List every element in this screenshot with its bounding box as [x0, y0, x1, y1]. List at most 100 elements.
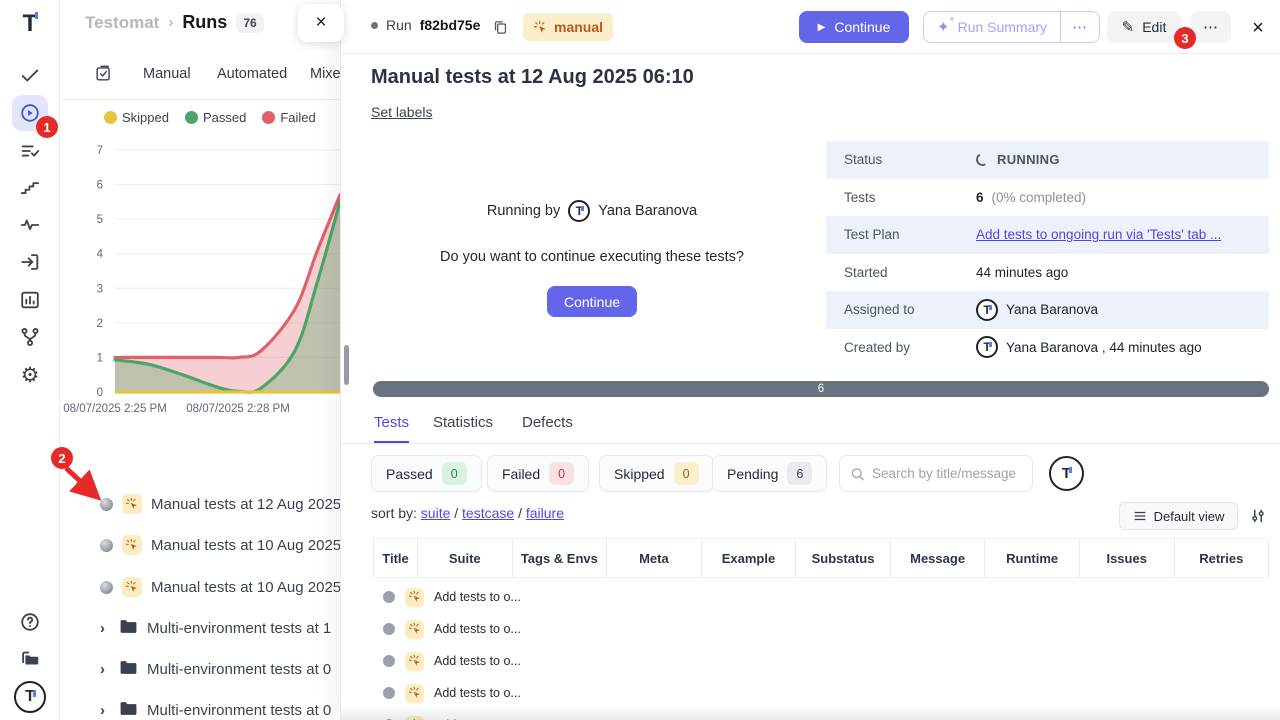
- more-actions-button[interactable]: ⋯: [1191, 11, 1231, 43]
- assignee-filter-avatar[interactable]: T: [1049, 456, 1084, 491]
- list-view-icon: [1133, 509, 1147, 523]
- info-row-assigned-to: Assigned toTYana Baranova: [826, 291, 1269, 329]
- info-value: RUNNING: [976, 152, 1060, 167]
- tab-mixed[interactable]: Mixed: [310, 66, 340, 82]
- tab-statistics[interactable]: Statistics: [433, 414, 493, 441]
- runs-panel: Testomat › Runs 76 Manual Automated Mixe…: [60, 0, 340, 720]
- run-list-item[interactable]: ›Multi-environment tests at 0: [100, 656, 331, 682]
- table-row[interactable]: Add tests to o...: [373, 645, 521, 677]
- column-header-title[interactable]: Title: [374, 539, 418, 577]
- set-labels-link[interactable]: Set labels: [371, 104, 432, 120]
- legend-label: Passed: [203, 110, 246, 125]
- view-settings-button[interactable]: [1247, 505, 1269, 527]
- app-logo[interactable]: T: [12, 6, 48, 42]
- chevron-right-icon[interactable]: ›: [100, 702, 110, 719]
- legend-label: Failed: [280, 110, 315, 125]
- git-branch-icon: [19, 326, 41, 348]
- testomat-logo-icon: T: [23, 10, 38, 38]
- info-value: TYana Baranova: [976, 299, 1098, 321]
- run-list-item[interactable]: ›Multi-environment tests at 0: [100, 697, 331, 720]
- tab-defects[interactable]: Defects: [522, 414, 573, 441]
- detail-close-button[interactable]: ×: [1245, 15, 1271, 41]
- run-id-label: Run f82bd75e: [371, 17, 480, 33]
- default-view-label: Default view: [1154, 509, 1225, 524]
- sidebar-item-analytics[interactable]: [12, 282, 48, 318]
- filter-skipped-button[interactable]: Skipped0: [599, 455, 714, 492]
- list-check-icon: [19, 140, 41, 162]
- area-chart: 01234567: [60, 135, 340, 400]
- chart-x-label: 08/07/2025 2:28 PM: [186, 403, 290, 415]
- annotation-step-1: 1: [36, 116, 58, 138]
- run-list-item[interactable]: Manual tests at 10 Aug 2025: [100, 574, 340, 600]
- sidebar-item-branches[interactable]: [12, 319, 48, 355]
- sort-link-failure[interactable]: failure: [526, 505, 564, 521]
- filter-passed-button[interactable]: Passed0: [371, 455, 482, 492]
- user-avatar: T: [976, 299, 998, 321]
- search-input[interactable]: [872, 466, 1022, 481]
- column-header-meta[interactable]: Meta: [607, 539, 702, 577]
- column-header-issues[interactable]: Issues: [1080, 539, 1175, 577]
- panel-close-button[interactable]: ×: [298, 4, 344, 42]
- column-header-tags-envs[interactable]: Tags & Envs: [513, 539, 608, 577]
- run-list-item[interactable]: Manual tests at 12 Aug 2025: [100, 491, 340, 517]
- column-header-runtime[interactable]: Runtime: [985, 539, 1080, 577]
- tab-automated[interactable]: Automated: [217, 66, 287, 82]
- select-runs-icon[interactable]: [94, 64, 113, 88]
- filter-label: Passed: [386, 466, 433, 482]
- sidebar-item-settings[interactable]: ⚙: [12, 357, 48, 393]
- sidebar-item-test-plans[interactable]: [12, 133, 48, 169]
- svg-text:5: 5: [97, 214, 103, 226]
- user-avatar: T: [568, 200, 590, 222]
- sort-row: sort by: suite / testcase / failure: [371, 505, 564, 521]
- table-row[interactable]: Add tests to o...: [373, 581, 521, 613]
- search-box[interactable]: [839, 455, 1033, 492]
- sidebar-item-pulse[interactable]: [12, 207, 48, 243]
- test-plan-link[interactable]: Add tests to ongoing run via 'Tests' tab…: [976, 227, 1221, 242]
- scrollbar-thumb[interactable]: [344, 345, 349, 385]
- manual-test-icon: [405, 684, 424, 703]
- panel-divider: [60, 99, 340, 100]
- sliders-icon: [1250, 508, 1266, 524]
- default-view-button[interactable]: Default view: [1119, 502, 1238, 530]
- run-summary-button[interactable]: ✦+ Run Summary: [924, 18, 1060, 36]
- status-text: RUNNING: [997, 152, 1060, 167]
- sidebar-item-tests[interactable]: [12, 57, 48, 93]
- table-row[interactable]: Add tests to o...: [373, 613, 521, 645]
- sidebar-item-account[interactable]: T: [12, 679, 48, 715]
- sidebar-item-import[interactable]: [12, 244, 48, 280]
- run-list-item[interactable]: Manual tests at 10 Aug 2025: [100, 532, 340, 558]
- cursor-click-icon: [408, 686, 422, 700]
- legend-item-passed: Passed: [185, 110, 246, 125]
- filter-failed-button[interactable]: Failed0: [487, 455, 589, 492]
- sidebar-item-projects[interactable]: [12, 641, 48, 677]
- filter-pending-button[interactable]: Pending6: [712, 455, 827, 492]
- continue-center-button[interactable]: Continue: [547, 286, 637, 317]
- copy-icon: [492, 19, 509, 36]
- column-header-suite[interactable]: Suite: [418, 539, 513, 577]
- breadcrumb-project[interactable]: Testomat: [85, 13, 159, 33]
- column-header-retries[interactable]: Retries: [1175, 539, 1270, 577]
- info-row-tests: Tests6(0% completed): [826, 179, 1269, 217]
- tab-manual[interactable]: Manual: [143, 66, 191, 82]
- run-prompt: Running by T Yana Baranova Do you want t…: [371, 200, 813, 317]
- run-list-item[interactable]: ›Multi-environment tests at 1: [100, 615, 331, 641]
- edit-label: Edit: [1142, 19, 1166, 35]
- sort-link-testcase[interactable]: testcase: [462, 505, 514, 521]
- manual-run-badge: manual: [523, 13, 613, 41]
- chevron-right-icon[interactable]: ›: [100, 661, 110, 678]
- run-summary-group: ✦+ Run Summary ⋯: [923, 11, 1100, 43]
- pencil-icon: ✎: [1122, 18, 1135, 36]
- continue-button[interactable]: ▶ Continue: [799, 11, 909, 43]
- column-header-example[interactable]: Example: [702, 539, 797, 577]
- edit-button[interactable]: ✎ Edit: [1107, 11, 1181, 43]
- column-header-substatus[interactable]: Substatus: [796, 539, 891, 577]
- copy-run-id-button[interactable]: [487, 14, 513, 40]
- column-header-message[interactable]: Message: [891, 539, 986, 577]
- run-summary-menu-button[interactable]: ⋯: [1061, 18, 1099, 36]
- tab-tests[interactable]: Tests: [374, 414, 409, 443]
- sidebar-item-help[interactable]: [12, 604, 48, 640]
- sort-link-suite[interactable]: suite: [421, 505, 451, 521]
- chevron-right-icon[interactable]: ›: [100, 620, 110, 637]
- sidebar-item-milestones[interactable]: [12, 170, 48, 206]
- run-item-label: Manual tests at 10 Aug 2025: [151, 537, 340, 554]
